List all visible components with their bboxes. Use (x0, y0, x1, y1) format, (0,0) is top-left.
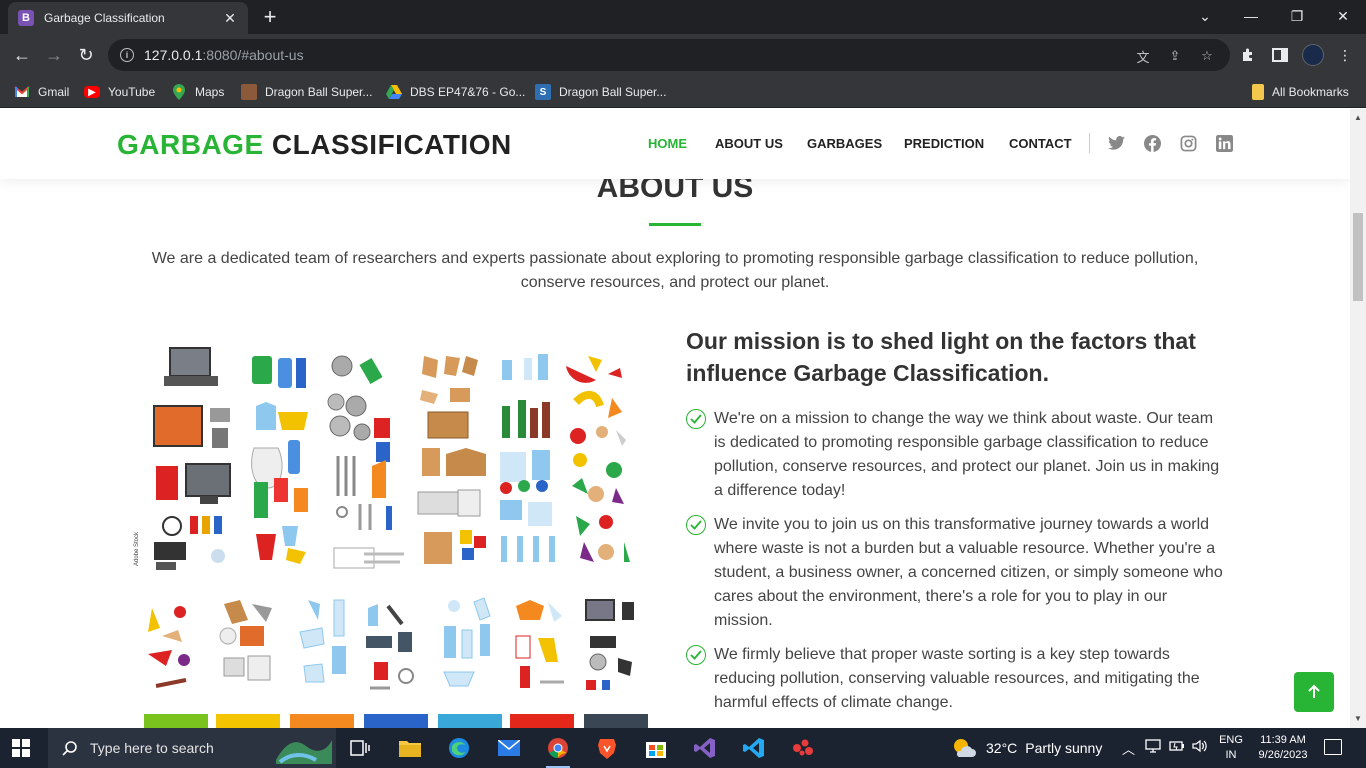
app-red-molecule-icon[interactable] (787, 732, 819, 764)
nav-garbages[interactable]: GARBAGES (807, 136, 882, 151)
system-clock[interactable]: 11:39 AM 9/26/2023 (1252, 733, 1314, 763)
weather-widget[interactable]: 32°C Partly sunny (952, 737, 1102, 759)
battery-icon[interactable] (1169, 739, 1185, 756)
search-icon (62, 741, 77, 756)
scroll-down-arrow-icon[interactable]: ▼ (1354, 714, 1362, 723)
partly-sunny-icon (954, 739, 976, 757)
mission-heading: Our mission is to shed light on the fact… (686, 328, 1196, 386)
chrome-icon[interactable] (542, 732, 574, 768)
taskbar-search[interactable]: Type here to search (48, 728, 336, 768)
bookmark-youtube[interactable]: ▶ YouTube (84, 82, 155, 102)
profile-avatar[interactable] (1302, 44, 1324, 66)
bookmark-maps[interactable]: Maps (171, 82, 224, 102)
network-icon[interactable] (1145, 739, 1161, 756)
tray-chevron-icon[interactable]: ︿ (1122, 739, 1135, 758)
youtube-icon: ▶ (84, 86, 100, 98)
screen: B Garbage Classification ✕ + ⌄ — ❐ ✕ ← →… (0, 0, 1366, 768)
extensions-puzzle-icon[interactable] (1237, 44, 1259, 66)
share-icon[interactable]: ⇪ (1166, 47, 1184, 65)
back-arrow-icon[interactable]: ← (9, 42, 35, 68)
nav-about-us[interactable]: ABOUT US (715, 136, 783, 151)
address-bar[interactable]: i 127.0.0.1:8080/#about-us ⽂ ⇪ ☆ (108, 39, 1230, 71)
facebook-icon[interactable] (1143, 134, 1161, 152)
about-intro: We are a dedicated team of researchers a… (151, 250, 1199, 291)
all-bookmarks[interactable]: All Bookmarks (1252, 82, 1349, 102)
browser-tab-bar: B Garbage Classification ✕ + ⌄ — ❐ ✕ (0, 0, 1366, 34)
bookmark-gmail[interactable]: Gmail (14, 82, 69, 102)
windows-taskbar: Type here to search 32°C Partly sunny ︿ … (0, 728, 1366, 768)
task-view-icon[interactable] (344, 732, 376, 764)
nav-divider (1089, 133, 1090, 153)
translate-icon[interactable]: ⽂ (1134, 47, 1152, 65)
mission-bullet: We firmly believe that proper waste sort… (686, 643, 1226, 715)
bookmark-star-icon[interactable]: ☆ (1198, 47, 1216, 65)
microsoft-store-icon[interactable] (640, 732, 672, 764)
close-window-icon[interactable]: ✕ (1320, 0, 1366, 32)
scroll-up-arrow-icon[interactable]: ▲ (1354, 113, 1362, 122)
nav-prediction[interactable]: PREDICTION (904, 136, 984, 151)
windows-start-icon[interactable] (12, 739, 32, 757)
browser-tab[interactable]: B Garbage Classification ✕ (8, 2, 248, 34)
mail-icon[interactable] (493, 732, 525, 764)
restore-icon[interactable]: ❐ (1274, 0, 1320, 32)
brave-icon[interactable] (591, 732, 623, 764)
tab-title: Garbage Classification (44, 11, 165, 25)
side-panel-icon[interactable] (1269, 44, 1291, 66)
bootstrap-favicon-icon: B (18, 10, 34, 26)
edge-icon[interactable] (443, 732, 475, 764)
nav-contact[interactable]: CONTACT (1009, 136, 1072, 151)
twitter-icon[interactable] (1107, 134, 1125, 152)
site-favicon-icon (241, 84, 257, 100)
mission-bullet: We invite you to join us on this transfo… (686, 513, 1226, 633)
site-info-icon[interactable]: i (120, 48, 134, 62)
gmail-icon (14, 84, 30, 100)
title-underline (649, 223, 701, 226)
google-drive-icon (386, 84, 402, 100)
bullet-text: We firmly believe that proper waste sort… (714, 646, 1200, 711)
check-circle-icon (686, 645, 706, 665)
file-explorer-icon[interactable] (394, 732, 426, 764)
arrow-up-icon (1308, 684, 1320, 698)
new-tab-plus-icon[interactable]: + (258, 4, 282, 29)
search-highlight-illustration (272, 732, 334, 764)
input-language[interactable]: ENG IN (1218, 733, 1244, 763)
vscode-icon[interactable] (738, 732, 770, 764)
site-header: GARBAGE CLASSIFICATION HOME ABOUT US GAR… (0, 109, 1350, 179)
bullet-text: We're on a mission to change the way we … (714, 410, 1220, 499)
bookmark-dragon-ball-1[interactable]: Dragon Ball Super... (241, 82, 372, 102)
svg-text:Adobe Stock: Adobe Stock (134, 531, 140, 566)
notification-center-icon[interactable] (1324, 739, 1342, 755)
site-logo[interactable]: GARBAGE CLASSIFICATION (117, 129, 512, 161)
page-scrollbar[interactable]: ▲ ▼ (1350, 109, 1366, 728)
visual-studio-icon[interactable] (689, 732, 721, 764)
instagram-icon[interactable] (1179, 134, 1197, 152)
scroll-thumb[interactable] (1353, 213, 1363, 301)
mission-bullet: We're on a mission to change the way we … (686, 407, 1226, 503)
check-circle-icon (686, 409, 706, 429)
forward-arrow-icon[interactable]: → (41, 42, 67, 68)
site-favicon-icon: S (535, 84, 551, 100)
nav-home[interactable]: HOME (648, 136, 687, 151)
menu-kebab-icon[interactable]: ⋮ (1334, 44, 1356, 66)
check-circle-icon (686, 515, 706, 535)
back-to-top-button[interactable] (1294, 672, 1334, 712)
web-page: GARBAGE CLASSIFICATION HOME ABOUT US GAR… (0, 109, 1350, 728)
linkedin-icon[interactable] (1215, 134, 1233, 152)
close-tab-icon[interactable]: ✕ (222, 10, 238, 27)
garbage-items-illustration: Adobe Stock (128, 336, 653, 728)
reload-icon[interactable]: ↻ (73, 42, 99, 68)
bookmarks-bar: Gmail ▶ YouTube Maps Dragon Ball Super..… (0, 76, 1366, 108)
volume-icon[interactable] (1192, 739, 1208, 756)
maps-icon (171, 84, 187, 100)
url-text[interactable]: 127.0.0.1:8080/#about-us (144, 47, 304, 63)
browser-toolbar: ← → ↻ i 127.0.0.1:8080/#about-us ⽂ ⇪ ☆ ⋮ (0, 34, 1366, 76)
bullet-text: We invite you to join us on this transfo… (714, 516, 1223, 629)
folder-icon (1252, 84, 1264, 100)
tab-search-chevron-icon[interactable]: ⌄ (1182, 0, 1228, 32)
minimize-icon[interactable]: — (1228, 0, 1274, 32)
bookmark-dragon-ball-2[interactable]: S Dragon Ball Super... (535, 82, 666, 102)
laptop-item (164, 347, 218, 386)
bookmark-dbs-drive[interactable]: DBS EP47&76 - Go... (386, 82, 525, 102)
